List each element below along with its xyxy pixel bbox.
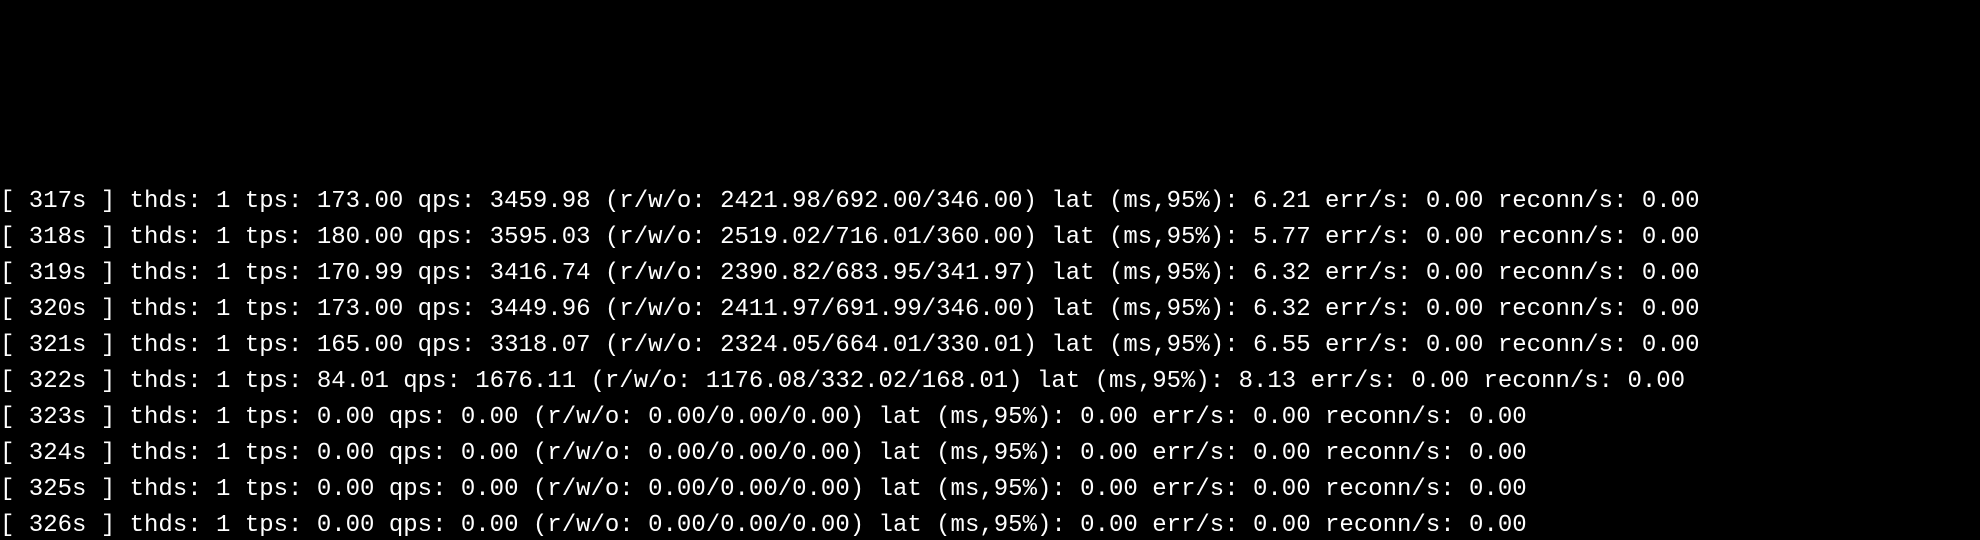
terminal-output: [ 317s ] thds: 1 tps: 173.00 qps: 3459.9… [0,180,1980,540]
log-line: [ 321s ] thds: 1 tps: 165.00 qps: 3318.0… [0,328,1980,364]
log-line: [ 322s ] thds: 1 tps: 84.01 qps: 1676.11… [0,364,1980,400]
log-line: [ 325s ] thds: 1 tps: 0.00 qps: 0.00 (r/… [0,472,1980,508]
log-line: [ 317s ] thds: 1 tps: 173.00 qps: 3459.9… [0,184,1980,220]
log-line: [ 326s ] thds: 1 tps: 0.00 qps: 0.00 (r/… [0,508,1980,540]
log-line: [ 318s ] thds: 1 tps: 180.00 qps: 3595.0… [0,220,1980,256]
log-line: [ 319s ] thds: 1 tps: 170.99 qps: 3416.7… [0,256,1980,292]
log-line: [ 324s ] thds: 1 tps: 0.00 qps: 0.00 (r/… [0,436,1980,472]
log-line: [ 320s ] thds: 1 tps: 173.00 qps: 3449.9… [0,292,1980,328]
log-line: [ 323s ] thds: 1 tps: 0.00 qps: 0.00 (r/… [0,400,1980,436]
